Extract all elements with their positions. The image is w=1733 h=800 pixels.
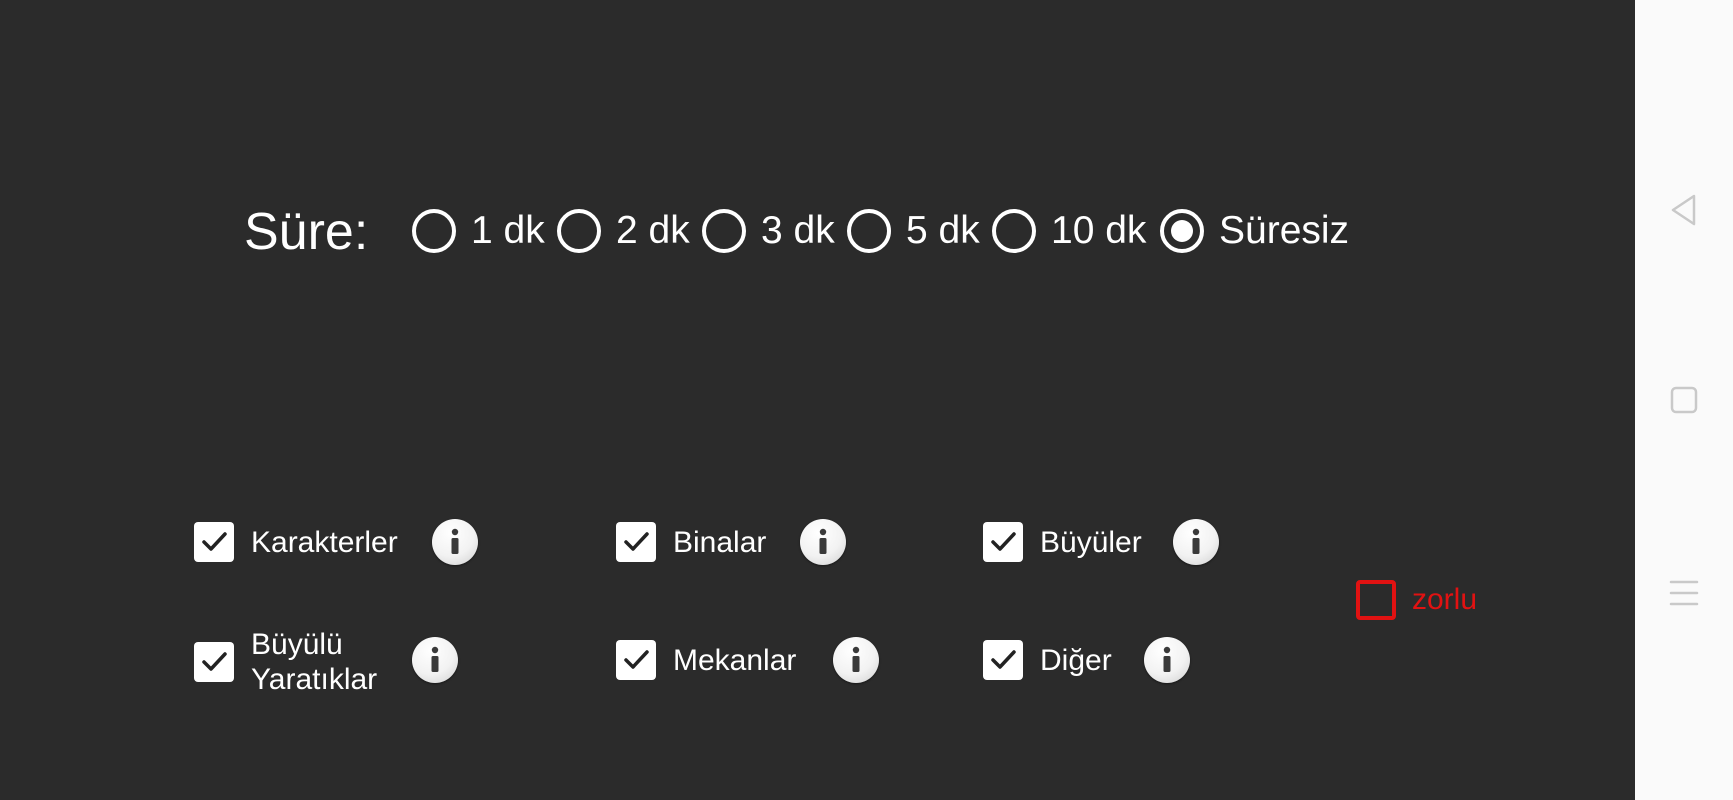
info-icon [1163,646,1171,672]
radio-dot [1171,220,1193,242]
check-icon [202,652,227,671]
system-navigation-bar [1635,0,1733,800]
duration-option-label: 10 dk [1051,209,1147,252]
info-button-diger[interactable] [1144,637,1190,683]
category-binalar[interactable]: Binalar [616,522,766,562]
info-icon [451,528,459,554]
category-buyulu-yaratiklar[interactable]: Büyülü Yaratıklar [194,627,377,697]
radio-selected-icon[interactable] [1160,209,1204,253]
back-button[interactable] [1635,175,1733,245]
category-buyuler[interactable]: Büyüler [983,522,1142,562]
checkbox-checked[interactable] [616,522,656,562]
category-label: Büyüler [1040,525,1142,559]
radio-unselected-icon[interactable] [412,209,456,253]
check-icon [202,532,227,551]
duration-option-2dk[interactable]: 2 dk [557,206,690,256]
category-label: Mekanlar [673,643,797,677]
hard-mode-toggle[interactable]: zorlu [1356,580,1477,620]
info-icon [1192,528,1200,554]
category-label-line2: Yaratıklar [251,663,378,696]
category-label: Karakterler [251,525,398,559]
duration-option-suresiz[interactable]: Süresiz [1160,206,1349,256]
checkbox-unchecked[interactable] [1356,580,1396,620]
duration-option-1dk[interactable]: 1 dk [412,206,545,256]
checkbox-checked[interactable] [983,522,1023,562]
info-button-mekanlar[interactable] [833,637,879,683]
check-icon [991,650,1016,669]
category-label: Diğer [1040,643,1112,677]
check-icon [624,650,649,669]
info-icon [852,646,860,672]
hard-mode-label: zorlu [1412,583,1478,616]
category-label: Büyülü Yaratıklar [251,627,377,697]
settings-screen: Süre: 1 dk 2 dk 3 dk 5 dk 10 dk Süresiz … [0,0,1635,800]
duration-option-label: 2 dk [616,209,690,252]
checkbox-checked[interactable] [983,640,1023,680]
duration-option-label: 3 dk [761,209,835,252]
info-button-karakterler[interactable] [432,519,478,565]
duration-option-label: 5 dk [906,209,980,252]
checkbox-checked[interactable] [194,522,234,562]
check-icon [991,532,1016,551]
duration-label: Süre: [244,203,369,261]
category-label: Binalar [673,525,767,559]
duration-option-label: Süresiz [1219,209,1350,252]
category-karakterler[interactable]: Karakterler [194,522,398,562]
recents-button[interactable] [1635,558,1733,628]
info-button-buyuler[interactable] [1173,519,1219,565]
check-icon [624,532,649,551]
menu-icon [1669,580,1699,606]
info-icon [431,646,439,672]
checkbox-checked[interactable] [616,640,656,680]
radio-unselected-icon[interactable] [702,209,746,253]
home-icon [1670,386,1698,414]
radio-unselected-icon[interactable] [847,209,891,253]
duration-option-5dk[interactable]: 5 dk [847,206,980,256]
radio-unselected-icon[interactable] [557,209,601,253]
checkbox-checked[interactable] [194,642,234,682]
category-mekanlar[interactable]: Mekanlar [616,640,796,680]
category-diger[interactable]: Diğer [983,640,1112,680]
radio-unselected-icon[interactable] [992,209,1036,253]
info-icon [819,528,827,554]
duration-option-label: 1 dk [471,209,545,252]
duration-option-10dk[interactable]: 10 dk [992,206,1146,256]
duration-option-3dk[interactable]: 3 dk [702,206,835,256]
info-button-binalar[interactable] [800,519,846,565]
info-button-buyulu-yaratiklar[interactable] [412,637,458,683]
back-icon [1671,194,1696,226]
home-button[interactable] [1635,365,1733,435]
category-label-line1: Büyülü [251,628,343,661]
